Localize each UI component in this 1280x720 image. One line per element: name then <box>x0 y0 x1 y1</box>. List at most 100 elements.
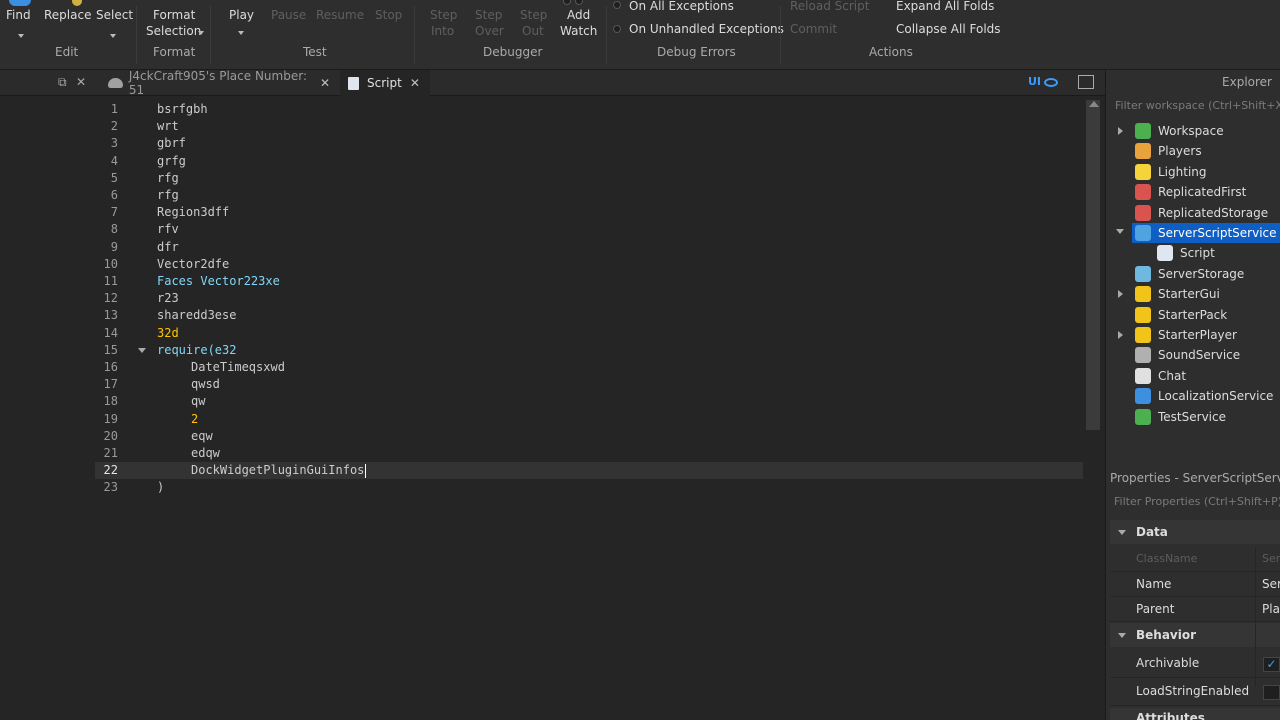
code-line[interactable]: 22 DockWidgetPluginGuiInfos <box>95 462 1083 480</box>
explorer-item-serverscriptservice[interactable]: ServerScriptService <box>1132 223 1280 243</box>
select-button[interactable]: Select <box>96 8 133 22</box>
data-section-header[interactable]: Data <box>1110 520 1280 544</box>
play-button[interactable]: Play <box>229 8 254 22</box>
code-line[interactable]: 15 require(e32 <box>95 342 1083 359</box>
editor-scrollbar[interactable] <box>1086 100 1100 430</box>
split-view-icon[interactable] <box>1078 75 1094 89</box>
loadstring-checkbox[interactable] <box>1263 685 1280 700</box>
find-button[interactable]: Find <box>6 8 31 22</box>
code-line[interactable]: 23) <box>95 479 1083 496</box>
select-dropdown-icon[interactable] <box>110 34 116 38</box>
explorer-item-chat[interactable]: Chat <box>1135 366 1186 386</box>
code-line[interactable]: 7 Region3dff <box>95 204 1083 221</box>
code-text[interactable]: bsrfgbh <box>157 101 208 118</box>
code-text[interactable]: qw <box>191 393 205 410</box>
code-text[interactable]: qwsd <box>191 376 220 393</box>
on-all-exceptions-option[interactable]: On All Exceptions <box>629 0 734 13</box>
code-line[interactable]: 11 Faces Vector223xe <box>95 273 1083 290</box>
code-text[interactable]: require(e32 <box>157 342 236 359</box>
archivable-checkbox[interactable]: ✓ <box>1263 657 1280 672</box>
chevron-right-icon[interactable] <box>1118 290 1123 299</box>
format-selection-label-2[interactable]: Selection <box>146 24 201 38</box>
code-text[interactable]: rfg <box>157 170 179 187</box>
resume-button[interactable]: Resume <box>316 8 364 22</box>
code-line[interactable]: 16 DateTimeqsxwd <box>95 359 1083 376</box>
code-line[interactable]: 2 wrt <box>95 118 1083 135</box>
code-text[interactable]: gbrf <box>157 135 186 152</box>
step-out-label-2[interactable]: Out <box>522 24 544 38</box>
tab-script[interactable]: Script ✕ <box>340 70 430 96</box>
code-line[interactable]: 10 Vector2dfe <box>95 256 1083 273</box>
on-unhandled-exceptions-radio[interactable] <box>613 25 621 33</box>
code-text[interactable]: r23 <box>157 290 179 307</box>
code-line[interactable]: 6 rfg <box>95 187 1083 204</box>
code-text[interactable]: 32d <box>157 325 179 342</box>
properties-filter-input[interactable]: Filter Properties (Ctrl+Shift+P) <box>1110 491 1280 511</box>
code-line[interactable]: 19 2 <box>95 411 1083 428</box>
add-watch-label-2[interactable]: Watch <box>560 24 597 38</box>
code-text[interactable]: ) <box>157 479 164 496</box>
code-text[interactable]: 2 <box>191 411 198 428</box>
code-line[interactable]: 1 bsrfgbh <box>95 101 1083 118</box>
scroll-up-arrow-icon[interactable] <box>1089 101 1099 107</box>
code-line[interactable]: 4 grfg <box>95 153 1083 170</box>
code-line[interactable]: 9 dfr <box>95 239 1083 256</box>
code-text[interactable]: Region3dff <box>157 204 229 221</box>
step-into-label-2[interactable]: Into <box>431 24 454 38</box>
code-text[interactable]: rfg <box>157 187 179 204</box>
code-line[interactable]: 21 edqw <box>95 445 1083 462</box>
add-watch-label-1[interactable]: Add <box>567 8 590 22</box>
pause-button[interactable]: Pause <box>271 8 306 22</box>
explorer-item-script[interactable]: Script <box>1157 243 1215 263</box>
commit-button[interactable]: Commit <box>790 22 837 36</box>
code-line[interactable]: 13 sharedd3ese <box>95 307 1083 324</box>
chevron-down-icon[interactable] <box>1116 229 1124 234</box>
code-text[interactable]: eqw <box>191 428 213 445</box>
replace-button[interactable]: Replace <box>44 8 91 22</box>
code-line[interactable]: 17 qwsd <box>95 376 1083 393</box>
format-selection-dropdown-icon[interactable] <box>198 31 204 35</box>
float-window-icon[interactable]: ⧉ <box>58 75 67 90</box>
close-icon[interactable]: ✕ <box>410 76 420 90</box>
find-dropdown-icon[interactable] <box>18 34 24 38</box>
explorer-item-lighting[interactable]: Lighting <box>1135 162 1207 182</box>
explorer-item-startergui[interactable]: StarterGui <box>1135 284 1220 304</box>
on-unhandled-exceptions-option[interactable]: On Unhandled Exceptions <box>629 22 784 36</box>
collapse-all-folds-button[interactable]: Collapse All Folds <box>896 22 1001 36</box>
code-text[interactable]: Vector2dfe <box>157 256 229 273</box>
code-text[interactable]: Faces Vector223xe <box>157 273 280 290</box>
code-text[interactable]: wrt <box>157 118 179 135</box>
close-icon[interactable]: ✕ <box>320 76 330 90</box>
explorer-item-localizationservice[interactable]: LocalizationService <box>1135 386 1273 406</box>
property-value[interactable]: Pla <box>1262 602 1280 616</box>
property-value[interactable]: Ser <box>1262 577 1280 591</box>
explorer-item-replicatedfirst[interactable]: ReplicatedFirst <box>1135 182 1246 202</box>
code-line[interactable]: 12 r23 <box>95 290 1083 307</box>
code-text[interactable]: rfv <box>157 221 179 238</box>
ui-visibility-icon[interactable]: UI <box>1028 75 1041 88</box>
explorer-item-players[interactable]: Players <box>1135 141 1202 161</box>
on-all-exceptions-radio[interactable] <box>613 1 621 9</box>
play-dropdown-icon[interactable] <box>238 31 244 35</box>
expand-all-folds-button[interactable]: Expand All Folds <box>896 0 994 13</box>
explorer-item-workspace[interactable]: Workspace <box>1135 121 1224 141</box>
explorer-item-soundservice[interactable]: SoundService <box>1135 345 1240 365</box>
code-line[interactable]: 20 eqw <box>95 428 1083 445</box>
reload-script-button[interactable]: Reload Script <box>790 0 869 13</box>
code-line[interactable]: 5 rfg <box>95 170 1083 187</box>
format-selection-label-1[interactable]: Format <box>153 8 195 22</box>
tab-place[interactable]: J4ckCraft905's Place Number: 51 ✕ <box>100 69 330 97</box>
explorer-filter-input[interactable]: Filter workspace (Ctrl+Shift+X) <box>1110 95 1280 115</box>
code-text[interactable]: dfr <box>157 239 179 256</box>
explorer-item-serverstorage[interactable]: ServerStorage <box>1135 264 1244 284</box>
step-into-label-1[interactable]: Step <box>430 8 457 22</box>
chevron-right-icon[interactable] <box>1118 127 1123 135</box>
code-text[interactable]: DockWidgetPluginGuiInfos <box>191 462 364 479</box>
code-text[interactable]: grfg <box>157 153 186 170</box>
explorer-item-starterpack[interactable]: StarterPack <box>1135 305 1227 325</box>
explorer-item-replicatedstorage[interactable]: ReplicatedStorage <box>1135 203 1268 223</box>
explorer-item-testservice[interactable]: TestService <box>1135 407 1226 427</box>
code-text[interactable]: sharedd3ese <box>157 307 236 324</box>
chevron-right-icon[interactable] <box>1118 331 1123 339</box>
code-line[interactable]: 3 gbrf <box>95 135 1083 152</box>
